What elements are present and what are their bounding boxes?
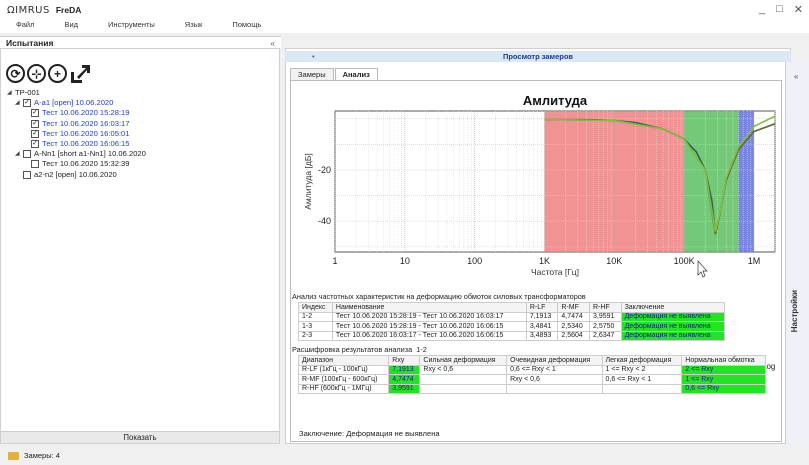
decode-table: Диапазон Rxy Сильная деформация Очевидная д… — [297, 355, 766, 394]
settings-label[interactable]: Настройки — [790, 290, 799, 332]
amplitude-chart: 1 10 100 1K 10K 100K 1M -20 -40 Амлитуда Частота [… — [303, 93, 776, 278]
column-header: Заключение — [620, 302, 726, 313]
column-header: Сильная деформация — [419, 355, 508, 366]
table-cell: Тест 10.06.2020 16:03:17 - Тест 10.06.20… — [331, 330, 527, 341]
column-header: R-MF — [557, 302, 590, 313]
table-cell: 2,5750 — [588, 321, 622, 332]
table-cell: R-MF (100кГц - 600кГц) — [297, 374, 390, 385]
table-cell: 4,7474 — [388, 374, 421, 385]
table-row[interactable]: R-HF (600кГц - 1МГц) 3,9591 0,6 <= Rxy — [297, 383, 766, 394]
column-header: Нормальная обмотка — [681, 355, 766, 366]
x-axis-label: Частота [Гц] — [531, 267, 579, 277]
table-cell: 2 <= Rxy — [681, 364, 766, 375]
band-r-hf — [738, 111, 754, 252]
table-cell: 3,9591 — [588, 311, 622, 322]
table-cell — [419, 374, 508, 385]
table-cell: 2-3 — [298, 330, 333, 341]
decode-index: 1-2 — [416, 345, 427, 354]
table-cell: Деформация не выявлена — [620, 311, 726, 322]
table-row[interactable]: 1-3 Тест 10.06.2020 15:28:19 - Тест 10.06… — [298, 321, 726, 332]
table-cell: R-LF (1кГц - 100кГц) — [297, 364, 390, 375]
conclusion-text: Заключение: Деформация не выявлена — [299, 429, 440, 438]
column-header: Диапазон — [297, 355, 390, 366]
table-cell: Тест 10.06.2020 15:28:19 - Тест 10.06.20… — [331, 321, 527, 332]
table-cell: 1 <= Rxy — [681, 374, 766, 385]
table-cell — [506, 383, 603, 394]
table-cell: 0,6 <= Rxy — [681, 383, 766, 394]
y-axis-label: Амлитуда [дБ] — [303, 153, 313, 210]
x-tick-label: 10 — [400, 256, 410, 266]
table-cell: Деформация не выявлена — [620, 330, 726, 341]
table-row[interactable]: 1-2 Тест 10.06.2020 15:28:19 - Тест 10.06… — [298, 311, 726, 322]
column-header: R-LF — [525, 302, 559, 313]
table-cell: 2,5340 — [557, 321, 590, 332]
table-cell: 4,7474 — [557, 311, 590, 322]
table-cell: 3,4893 — [525, 330, 559, 341]
analysis-table: Индекс Наименование R-LF R-MF R-HF Заключение… — [298, 302, 726, 341]
y-tick-label: -20 — [318, 165, 331, 175]
table-row[interactable]: R-LF (1кГц - 100кГц) 7,1913 Rxy < 0,6 0,6 <… — [297, 364, 766, 375]
table-cell: 7,1913 — [388, 364, 421, 375]
y-tick-label: -40 — [318, 216, 331, 226]
table-cell: Rxy < 0,6 — [419, 364, 508, 375]
table-cell: 1-2 — [298, 311, 333, 322]
table-cell: Тест 10.06.2020 15:28:19 - Тест 10.06.20… — [331, 311, 527, 322]
x-tick-label: 1 — [332, 256, 337, 266]
x-tick-label: 100K — [674, 256, 695, 266]
table-cell: 1 <= Rxy < 2 — [601, 364, 683, 375]
table-cell: Деформация не выявлена — [620, 321, 726, 332]
table-row[interactable]: 2-3 Тест 10.06.2020 16:03:17 - Тест 10.06… — [298, 330, 726, 341]
x-tick-label: 100 — [467, 256, 482, 266]
column-header: Rxy — [388, 355, 421, 366]
folder-icon — [8, 451, 19, 460]
table-row[interactable]: R-MF (100кГц - 600кГц) 4,7474 Rxy < 0,6 0,6… — [297, 374, 766, 385]
table-cell — [601, 383, 683, 394]
column-header: Очевидная деформация — [506, 355, 603, 366]
status-bar: Замеры: 4 — [0, 446, 809, 465]
column-header: Легкая деформация — [601, 355, 683, 366]
column-header: Индекс — [298, 302, 333, 313]
collapse-settings-button[interactable]: « — [794, 72, 798, 81]
status-text: Замеры: 4 — [24, 451, 60, 460]
analysis-caption: Анализ частотных характеристик на деформ… — [292, 292, 586, 301]
table-cell: 7,1913 — [525, 311, 559, 322]
chart-title: Амлитуда — [523, 93, 588, 108]
table-cell: 0,6 <= Rxy < 1 — [601, 374, 683, 385]
x-tick-label: 1M — [748, 256, 761, 266]
table-cell: R-HF (600кГц - 1МГц) — [297, 383, 390, 394]
table-cell: 3,9591 — [388, 383, 421, 394]
decode-caption: Расшифровка результатов анализа 1-2 — [292, 345, 427, 354]
column-header: R-HF — [588, 302, 622, 313]
settings-sidebar[interactable]: « Настройки — [785, 62, 809, 444]
decode-caption-text: Расшифровка результатов анализа — [292, 345, 413, 354]
table-cell: 2,6347 — [588, 330, 622, 341]
band-r-mf — [684, 111, 739, 252]
table-cell: 2,5604 — [557, 330, 590, 341]
table-cell: 3,4841 — [525, 321, 559, 332]
table-cell: 0,6 <= Rxy < 1 — [506, 364, 603, 375]
table-cell: 1-3 — [298, 321, 333, 332]
x-tick-label: 1K — [539, 256, 550, 266]
table-cell: Rxy < 0,6 — [506, 374, 603, 385]
x-tick-label: 10K — [606, 256, 622, 266]
table-cell — [419, 383, 508, 394]
mouse-cursor-icon — [697, 260, 708, 278]
column-header: Наименование — [331, 302, 527, 313]
